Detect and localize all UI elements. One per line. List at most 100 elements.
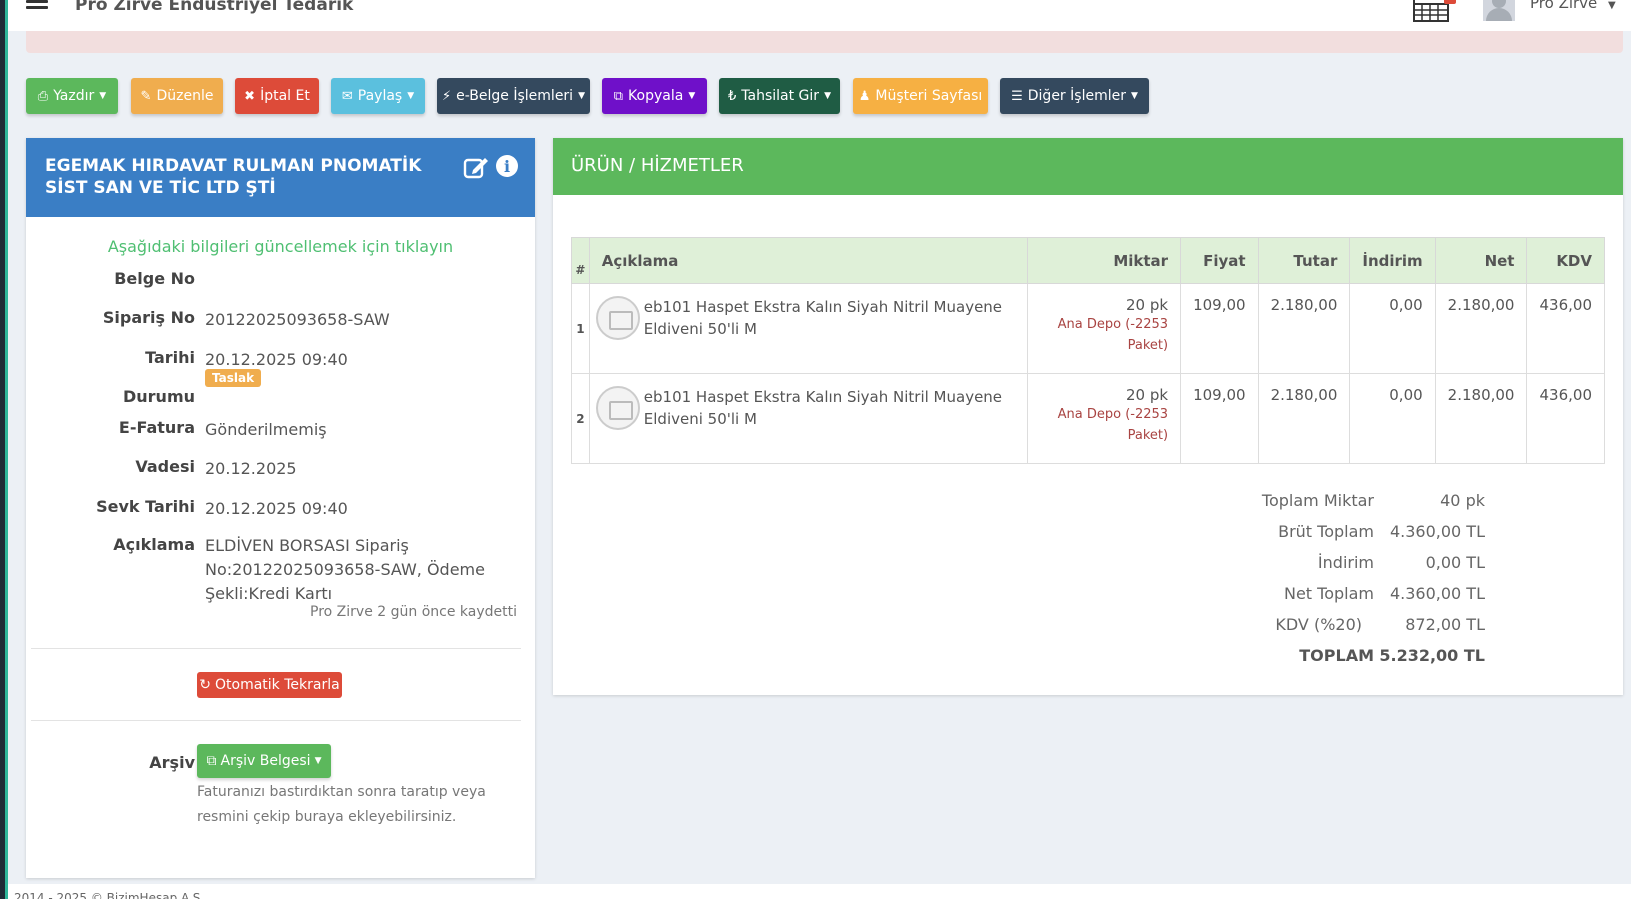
product-cell[interactable]: eb101 Haspet Ekstra Kalın Siyah Nitril M… [588, 283, 1029, 374]
amount-cell: 2.180,00 [1257, 283, 1351, 374]
alert-bar [26, 31, 1623, 53]
auto-repeat-button[interactable]: ↻ Otomatik Tekrarla [197, 672, 342, 698]
image-placeholder-icon [595, 386, 640, 430]
products-header: ÜRÜN / HİZMETLER [553, 138, 1623, 195]
table-row[interactable]: 1 eb101 Haspet Ekstra Kalın Siyah Nitril… [571, 283, 1605, 374]
vat-total-row: KDV (%20) 872,00 TL [1275, 615, 1485, 634]
net-cell: 2.180,00 [1434, 283, 1528, 374]
products-title: ÜRÜN / HİZMETLER [571, 155, 744, 176]
print-button[interactable]: ⎙ Yazdır ▼ [26, 78, 118, 114]
efatura-row[interactable]: E-Fatura Gönderilmemiş [26, 418, 535, 442]
quantity-value: 20 pk [1125, 296, 1169, 314]
sidebar-accent [5, 0, 8, 899]
sidebar-strip [0, 0, 8, 899]
belge-no-row[interactable]: Belge No [26, 269, 535, 293]
footer [8, 884, 1631, 899]
printer-icon: ⎙ [37, 88, 49, 104]
divider [31, 720, 521, 721]
copy-icon: ⧉ [613, 88, 624, 104]
column-header: # [571, 237, 590, 284]
top-header: Pro Zirve Endüstriyel Tedarik Pro Zirve … [8, 0, 1631, 31]
chevron-down-icon[interactable]: ▼ [1608, 0, 1616, 11]
refresh-icon: ↻ [199, 677, 212, 693]
row-number: 1 [571, 283, 590, 374]
share-button[interactable]: ✉ Paylaş ▼ [331, 78, 425, 114]
product-description[interactable]: eb101 Haspet Ekstra Kalın Siyah Nitril M… [644, 386, 1016, 430]
column-header: Fiyat [1180, 237, 1259, 284]
collect-payment-button[interactable]: ₺ Tahsilat Gir ▼ [719, 78, 840, 114]
update-hint[interactable]: Aşağıdaki bilgileri güncellemek için tık… [26, 237, 535, 256]
customer-name[interactable]: EGEMAK HIRDAVAT RULMAN PNOMATİK SİST SAN… [45, 155, 455, 199]
envelope-icon: ✉ [341, 88, 353, 104]
image-placeholder-icon [595, 296, 640, 340]
vat-cell: 436,00 [1526, 373, 1605, 464]
copy-button[interactable]: ⧉ Kopyala ▼ [602, 78, 707, 114]
depot-link[interactable]: Ana Depo (-2253 Paket) [1040, 314, 1168, 356]
user-icon: ♟ [858, 88, 871, 104]
close-icon: ✖ [244, 88, 256, 104]
footer-copyright: 2014 - 2025 © BizimHesap A.Ş. [14, 891, 205, 899]
discount-cell: 0,00 [1349, 373, 1436, 464]
depot-link[interactable]: Ana Depo (-2253 Paket) [1040, 404, 1168, 446]
total-qty-row: Toplam Miktar 40 pk [1261, 491, 1485, 510]
row-number: 2 [571, 373, 590, 464]
date-row[interactable]: Tarihi 20.12.2025 09:40 [26, 348, 535, 372]
company-title: Pro Zirve Endüstriyel Tedarik [75, 0, 354, 15]
price-cell: 109,00 [1180, 283, 1259, 374]
column-header: Tutar [1257, 237, 1351, 284]
customer-page-button[interactable]: ♟ Müşteri Sayfası [853, 78, 988, 114]
siparis-no-row[interactable]: Sipariş No 20122025093658-SAW [26, 308, 535, 332]
column-header: Açıklama [588, 237, 1029, 284]
bolt-icon: ⚡ [442, 88, 452, 104]
vat-cell: 436,00 [1526, 283, 1605, 374]
net-cell: 2.180,00 [1434, 373, 1528, 464]
product-cell[interactable]: eb101 Haspet Ekstra Kalın Siyah Nitril M… [588, 373, 1029, 464]
menu-toggle-icon[interactable] [26, 0, 48, 14]
discount-cell: 0,00 [1349, 283, 1436, 374]
due-date-row[interactable]: Vadesi 20.12.2025 [26, 457, 535, 481]
column-header: KDV [1526, 237, 1605, 284]
archive-document-button[interactable]: ⧉ Arşiv Belgesi ▼ [197, 744, 331, 778]
customer-header: EGEMAK HIRDAVAT RULMAN PNOMATİK SİST SAN… [26, 138, 535, 217]
money-icon: ₺ [728, 88, 737, 104]
chevron-down-icon: ▼ [1130, 91, 1138, 101]
discount-total-row: İndirim 0,00 TL [1317, 553, 1485, 572]
user-name[interactable]: Pro Zirve [1530, 0, 1597, 12]
table-row[interactable]: 2 eb101 Haspet Ekstra Kalın Siyah Nitril… [571, 373, 1605, 464]
products-panel: ÜRÜN / HİZMETLER # Açıklama Miktar Fiyat… [553, 138, 1623, 695]
chevron-down-icon: ▼ [407, 91, 415, 101]
table-header-row: # Açıklama Miktar Fiyat Tutar İndirim Ne… [571, 237, 1605, 284]
net-total-row: Net Toplam 4.360,00 TL [1283, 584, 1485, 603]
quantity-cell: 20 pk Ana Depo (-2253 Paket) [1027, 283, 1182, 374]
chevron-down-icon: ▼ [314, 756, 322, 766]
edit-icon[interactable] [463, 155, 489, 179]
edit-button[interactable]: ✎ Düzenle [131, 78, 223, 114]
efatura-value: Gönderilmemiş [205, 420, 327, 439]
chevron-down-icon: ▼ [578, 91, 585, 101]
siparis-no-value: 20122025093658-SAW [205, 310, 390, 329]
column-header: İndirim [1349, 237, 1436, 284]
grand-total-row: TOPLAM 5.232,00 TL [1299, 646, 1485, 665]
status-badge: Taslak [205, 369, 262, 387]
products-table: # Açıklama Miktar Fiyat Tutar İndirim Ne… [571, 237, 1605, 464]
info-icon[interactable]: i [496, 155, 518, 177]
avatar[interactable] [1483, 0, 1515, 21]
copy-icon: ⧉ [206, 753, 217, 769]
price-cell: 109,00 [1180, 373, 1259, 464]
ebelge-button[interactable]: ⚡ e-Belge İşlemleri ▼ [437, 78, 590, 114]
column-header: Net [1434, 237, 1528, 284]
quantity-value: 20 pk [1125, 386, 1169, 404]
chevron-down-icon: ▼ [688, 91, 696, 101]
archive-help: Faturanızı bastırdıktan sonra taratıp ve… [197, 784, 486, 825]
pencil-icon: ✎ [140, 88, 152, 104]
chevron-down-icon: ▼ [99, 91, 107, 101]
other-actions-button[interactable]: ☰ Diğer İşlemler ▼ [1000, 78, 1149, 114]
product-description[interactable]: eb101 Haspet Ekstra Kalın Siyah Nitril M… [644, 296, 1016, 340]
notification-badge [1444, 0, 1456, 4]
cancel-invoice-button[interactable]: ✖ İptal Et [235, 78, 319, 114]
list-icon: ☰ [1011, 88, 1023, 104]
column-header: Miktar [1027, 237, 1182, 284]
status-row[interactable]: Durumu Taslak [26, 369, 535, 411]
gross-total-row: Brüt Toplam 4.360,00 TL [1278, 522, 1485, 541]
quantity-cell: 20 pk Ana Depo (-2253 Paket) [1027, 373, 1182, 464]
